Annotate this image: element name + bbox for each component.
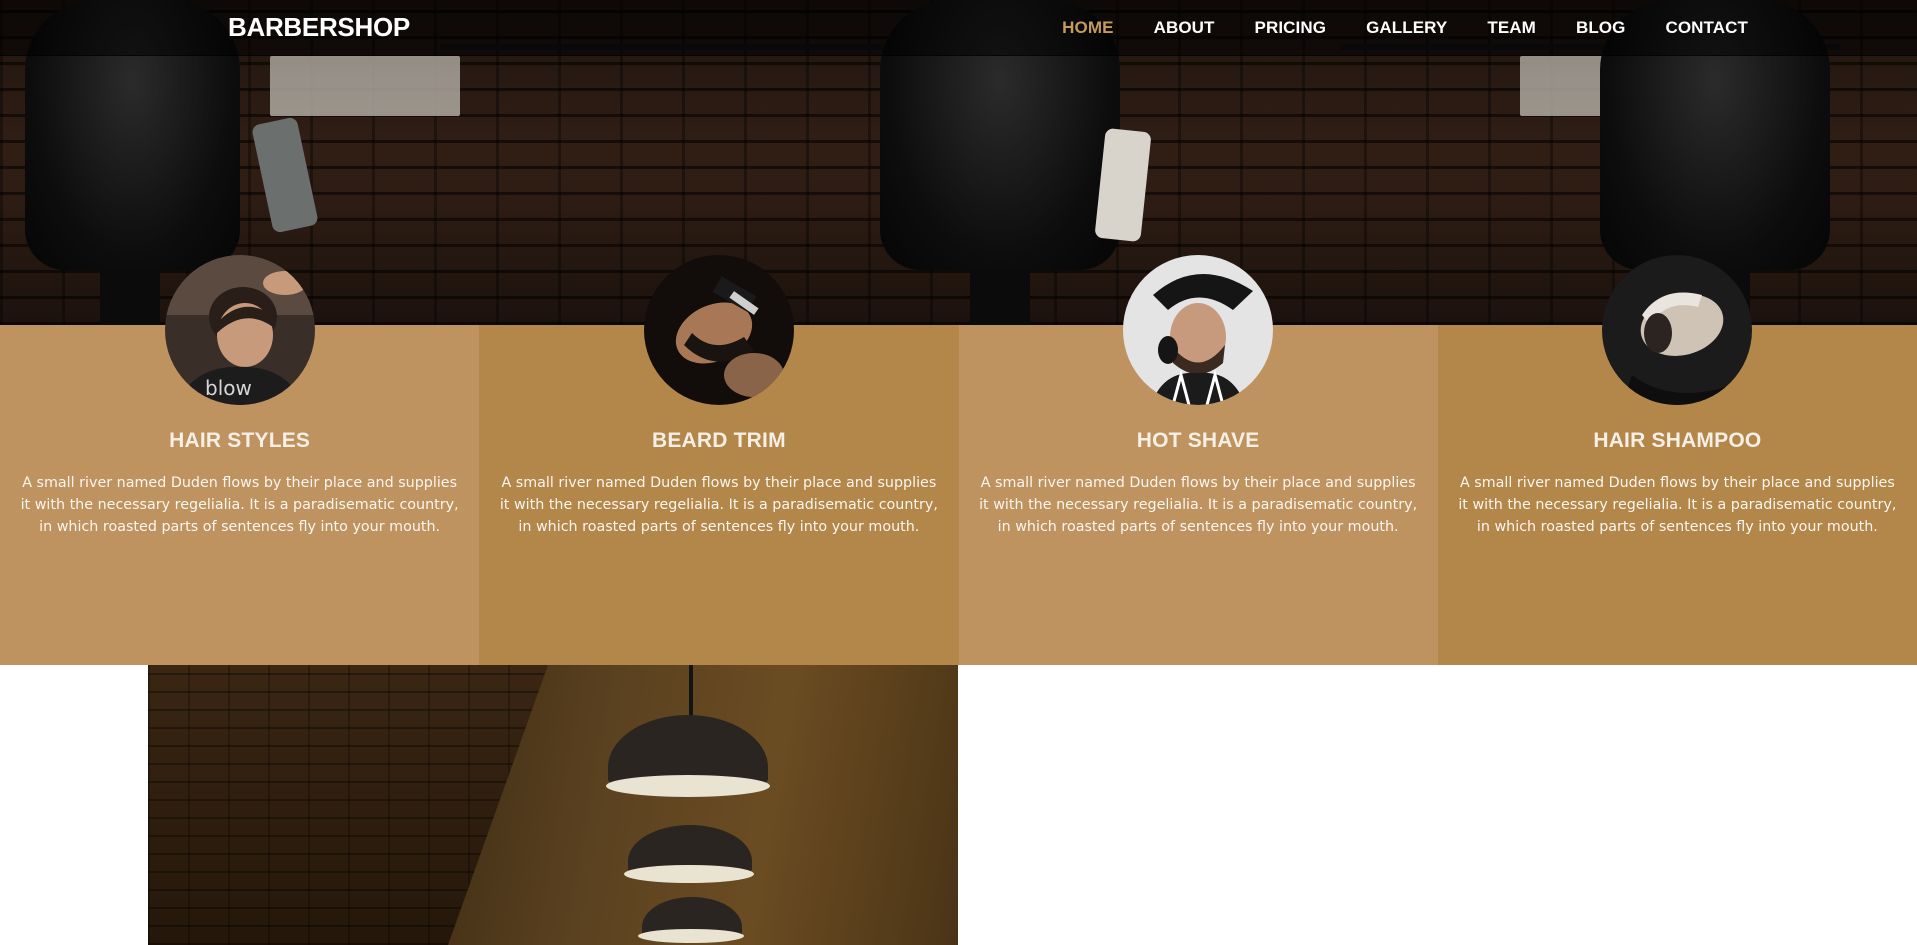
nav-link-pricing[interactable]: PRICING	[1255, 18, 1327, 38]
service-card-beard-trim: BEARD TRIM A small river named Duden flo…	[479, 255, 959, 665]
service-card-hair-shampoo: HAIR SHAMPOO A small river named Duden f…	[1437, 255, 1917, 665]
service-card-hair-styles: blow HAIR STYLES A small river named Dud…	[0, 255, 480, 665]
barbershop-interior-image	[148, 665, 958, 945]
service-title: BEARD TRIM	[651, 429, 786, 452]
service-image-hair-shampoo	[1602, 255, 1753, 405]
lamp-light	[606, 775, 770, 797]
service-image-hot-shave	[1123, 255, 1274, 405]
nav-menu: HOME ABOUT PRICING GALLERY TEAM BLOG CON…	[1022, 0, 1748, 56]
svg-text:blow: blow	[205, 376, 252, 400]
nav-link-about[interactable]: ABOUT	[1154, 18, 1215, 38]
nav-link-contact[interactable]: CONTACT	[1665, 18, 1748, 38]
service-title: HAIR STYLES	[169, 429, 311, 452]
service-title: HAIR SHAMPOO	[1593, 429, 1762, 452]
wall-panel	[270, 56, 460, 116]
service-description: A small river named Duden flows by their…	[979, 475, 1418, 535]
nav-link-blog[interactable]: BLOG	[1576, 18, 1626, 38]
nav-link-home[interactable]: HOME	[1062, 18, 1113, 38]
service-image-hair-styles: blow	[164, 255, 315, 405]
nav-link-team[interactable]: TEAM	[1487, 18, 1536, 38]
chair-base	[100, 270, 160, 325]
top-navbar: BARBERSHOP HOME ABOUT PRICING GALLERY TE…	[0, 0, 1917, 56]
service-card-hot-shave: HOT SHAVE A small river named Duden flow…	[958, 255, 1438, 665]
service-description: A small river named Duden flows by their…	[20, 475, 459, 535]
chair-base	[970, 270, 1030, 325]
nav-link-gallery[interactable]: GALLERY	[1366, 18, 1447, 38]
service-title: HOT SHAVE	[1136, 429, 1260, 452]
brand-logo[interactable]: BARBERSHOP	[228, 12, 410, 43]
lamp-light	[624, 865, 754, 883]
service-image-beard-trim	[643, 255, 794, 405]
towel	[251, 116, 319, 234]
services-section: blow HAIR STYLES A small river named Dud…	[0, 255, 1917, 665]
service-description: A small river named Duden flows by their…	[499, 475, 938, 535]
brick-wall	[148, 665, 548, 945]
service-description: A small river named Duden flows by their…	[1458, 475, 1897, 535]
lamp-light	[638, 929, 744, 943]
